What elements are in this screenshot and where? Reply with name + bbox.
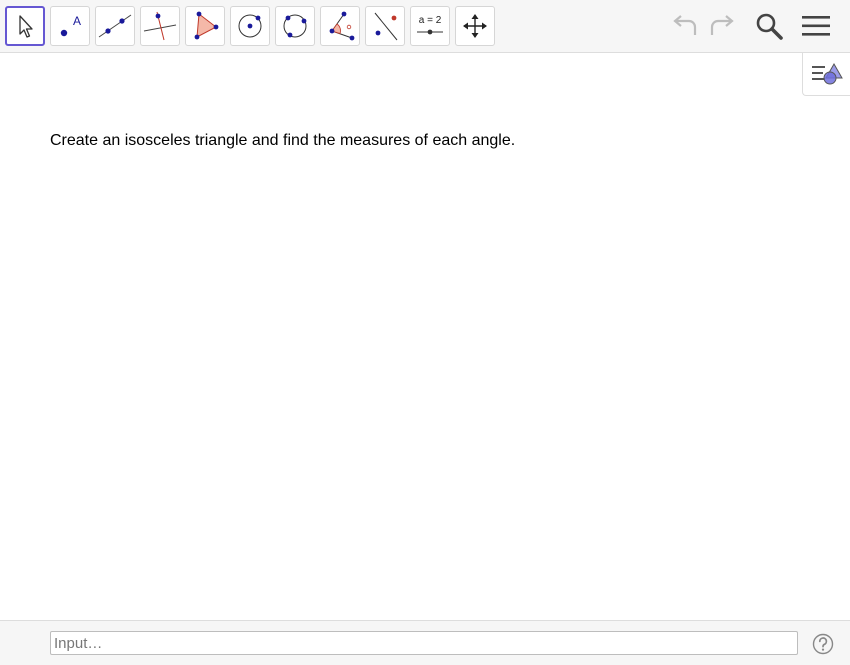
search-button[interactable] [751, 8, 787, 44]
tool-perpendicular-button[interactable] [140, 6, 180, 46]
tool-angle-button[interactable] [320, 6, 360, 46]
input-help-button[interactable] [812, 633, 834, 655]
help-icon [812, 633, 834, 655]
point-label-glyph: A [73, 14, 81, 28]
toolbar: A a = 2 [0, 0, 850, 53]
redo-icon [710, 15, 734, 35]
style-bar-icon [811, 62, 843, 85]
tool-reflect-button[interactable] [365, 6, 405, 46]
line-through-points-icon [98, 14, 132, 38]
polygon-icon [194, 11, 219, 40]
hamburger-menu-icon [802, 16, 830, 36]
tool-slider-button[interactable]: a = 2 [410, 6, 450, 46]
move-graphics-view-icon [463, 14, 487, 38]
search-icon [756, 13, 783, 40]
input-bar [0, 620, 850, 665]
undo-icon [673, 15, 697, 35]
slider-glyph: a = 2 [419, 15, 442, 26]
point-icon: A [60, 14, 81, 37]
circle-center-point-icon [238, 14, 262, 38]
tool-point-button[interactable]: A [50, 6, 90, 46]
task-instruction-text: Create an isosceles triangle and find th… [50, 132, 516, 149]
angle-icon [329, 11, 355, 41]
undo-button[interactable] [667, 8, 703, 44]
redo-button[interactable] [704, 8, 740, 44]
tool-circle-three-points-button[interactable] [275, 6, 315, 46]
tool-polygon-button[interactable] [185, 6, 225, 46]
slider-icon: a = 2 [417, 15, 443, 35]
algebra-input-field[interactable] [50, 631, 798, 655]
main-menu-button[interactable] [798, 8, 834, 44]
tool-circle-center-button[interactable] [230, 6, 270, 46]
perpendicular-line-icon [143, 11, 177, 41]
move-arrow-icon [19, 15, 33, 38]
style-bar-toggle-button[interactable] [802, 53, 850, 96]
geogebra-app: A a = 2 Create an isosceles triangle and… [0, 0, 850, 665]
tool-line-button[interactable] [95, 6, 135, 46]
graphics-view[interactable]: Create an isosceles triangle and find th… [0, 54, 850, 621]
tool-move-graphics-view-button[interactable] [455, 6, 495, 46]
reflect-line-icon [374, 12, 398, 41]
circle-three-points-icon [283, 14, 307, 38]
tool-move-button[interactable] [5, 6, 45, 46]
